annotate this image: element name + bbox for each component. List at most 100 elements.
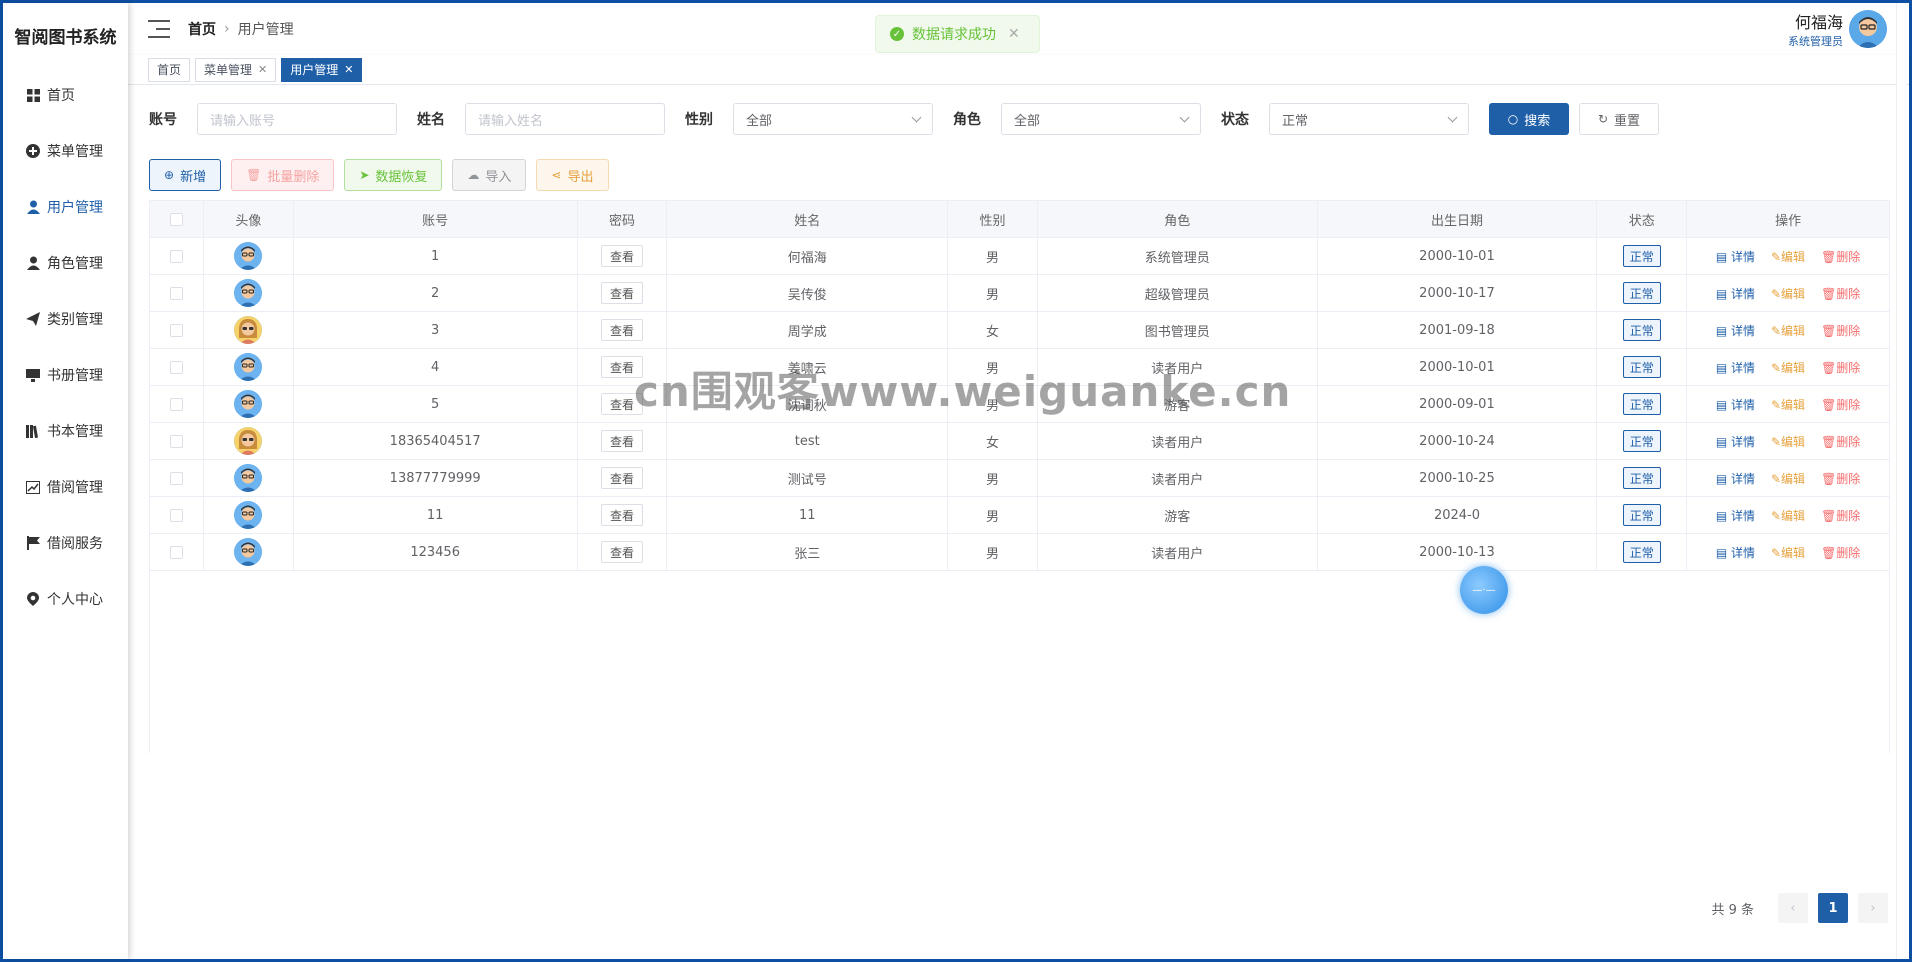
sidebar-item-7[interactable]: 借阅管理 xyxy=(3,459,128,515)
prev-page-button[interactable]: ‹ xyxy=(1778,893,1808,923)
detail-link[interactable]: ▤ 详情 xyxy=(1716,359,1755,376)
user-avatar xyxy=(234,279,263,307)
sidebar-item-2[interactable]: 用户管理 xyxy=(3,179,128,235)
detail-link[interactable]: ▤ 详情 xyxy=(1716,544,1755,561)
search-button[interactable]: ○ 搜索 xyxy=(1489,103,1569,135)
delete-link[interactable]: 🗑删除 xyxy=(1821,322,1860,339)
export-button[interactable]: ⋖ 导出 xyxy=(536,159,609,191)
sidebar-item-1[interactable]: 菜单管理 xyxy=(3,123,128,179)
sidebar-item-9[interactable]: 个人中心 xyxy=(3,571,128,627)
detail-label: 详情 xyxy=(1730,434,1755,449)
tag-label: 菜单管理 xyxy=(204,63,253,77)
close-icon[interactable]: ✕ xyxy=(1008,26,1020,42)
view-password-button[interactable]: 查看 xyxy=(600,430,643,452)
close-icon[interactable]: ✕ xyxy=(258,63,267,76)
document-icon: ▤ xyxy=(1715,249,1731,264)
breadcrumb-home[interactable]: 首页 xyxy=(188,19,216,39)
edit-link[interactable]: ✎编辑 xyxy=(1771,285,1805,302)
row-checkbox[interactable] xyxy=(169,249,183,263)
sidebar-item-5[interactable]: 书册管理 xyxy=(3,347,128,403)
name-input[interactable]: 请输入姓名 xyxy=(465,103,665,135)
batch-delete-button[interactable]: 🗑 批量删除 xyxy=(231,159,335,191)
edit-link[interactable]: ✎编辑 xyxy=(1771,433,1805,450)
import-label: 导入 xyxy=(485,169,512,185)
view-password-button[interactable]: 查看 xyxy=(600,245,643,267)
sidebar-item-4[interactable]: 类别管理 xyxy=(3,291,128,347)
floating-assistant-ball[interactable]: —·— xyxy=(1460,566,1508,614)
row-checkbox[interactable] xyxy=(169,286,183,300)
row-checkbox[interactable] xyxy=(169,323,183,337)
sidebar-item-label: 借阅管理 xyxy=(47,480,103,496)
restore-label: 数据恢复 xyxy=(375,169,428,185)
share-icon: ⋖ xyxy=(551,168,562,182)
sidebar-item-6[interactable]: 书本管理 xyxy=(3,403,128,459)
tag-2[interactable]: 用户管理 ✕ xyxy=(281,57,363,82)
edit-link[interactable]: ✎编辑 xyxy=(1771,507,1805,524)
import-button[interactable]: ☁ 导入 xyxy=(452,159,527,191)
reset-button[interactable]: ↻ 重置 xyxy=(1579,103,1659,135)
status-select[interactable]: 正常 xyxy=(1269,103,1469,135)
row-checkbox[interactable] xyxy=(169,508,183,522)
sidebar-item-8[interactable]: 借阅服务 xyxy=(3,515,128,571)
delete-link[interactable]: 🗑删除 xyxy=(1821,285,1860,302)
detail-link[interactable]: ▤ 详情 xyxy=(1716,507,1755,524)
account-cell: 123456 xyxy=(294,534,578,570)
detail-link[interactable]: ▤ 详情 xyxy=(1716,470,1755,487)
collapse-menu-icon[interactable] xyxy=(148,20,170,38)
select-all-checkbox[interactable] xyxy=(169,212,183,226)
sidebar-item-0[interactable]: 首页 xyxy=(3,67,128,123)
column-header: 账号 xyxy=(294,201,578,237)
delete-link[interactable]: 🗑删除 xyxy=(1821,396,1860,413)
detail-link[interactable]: ▤ 详情 xyxy=(1716,248,1755,265)
row-checkbox[interactable] xyxy=(169,545,183,559)
edit-link[interactable]: ✎编辑 xyxy=(1771,248,1805,265)
view-password-button[interactable]: 查看 xyxy=(600,541,643,563)
view-password-button[interactable]: 查看 xyxy=(600,282,643,304)
filter-bar: 账号 请输入账号 姓名 请输入姓名 性别 全部 角色 全部 状态 正常 ○ 搜索 … xyxy=(149,103,1659,135)
page-number[interactable]: 1 xyxy=(1818,893,1848,923)
row-checkbox[interactable] xyxy=(169,471,183,485)
role-select[interactable]: 全部 xyxy=(1001,103,1201,135)
edit-link[interactable]: ✎编辑 xyxy=(1771,544,1805,561)
page-scrollbar[interactable] xyxy=(1896,3,1906,959)
tag-0[interactable]: 首页 xyxy=(148,57,191,82)
table-header: 头像 账号 密码 姓名 性别 角色 出生日期 状态 操作 xyxy=(150,201,1889,238)
view-password-button[interactable]: 查看 xyxy=(600,319,643,341)
view-password-button[interactable]: 查看 xyxy=(600,504,643,526)
edit-link[interactable]: ✎编辑 xyxy=(1771,322,1805,339)
role-cell: 超级管理员 xyxy=(1038,275,1318,311)
delete-link[interactable]: 🗑删除 xyxy=(1821,359,1860,376)
next-page-button[interactable]: › xyxy=(1858,893,1888,923)
account-input[interactable]: 请输入账号 xyxy=(197,103,397,135)
edit-link[interactable]: ✎编辑 xyxy=(1771,396,1805,413)
delete-link[interactable]: 🗑删除 xyxy=(1821,248,1860,265)
add-button[interactable]: ⊕ 新增 xyxy=(149,159,222,191)
edit-link[interactable]: ✎编辑 xyxy=(1771,470,1805,487)
trash-icon: 🗑 xyxy=(1821,545,1837,560)
view-password-button[interactable]: 查看 xyxy=(600,467,643,489)
user-menu[interactable]: 何福海 系统管理员 xyxy=(1788,9,1887,49)
user-avatar xyxy=(234,501,263,529)
edit-link[interactable]: ✎编辑 xyxy=(1771,359,1805,376)
sidebar-item-3[interactable]: 角色管理 xyxy=(3,235,128,291)
trash-icon: 🗑 xyxy=(1821,471,1837,486)
account-cell: 11 xyxy=(294,497,578,533)
delete-label: 删除 xyxy=(1836,508,1861,523)
user-avatar[interactable] xyxy=(1849,10,1887,48)
row-checkbox[interactable] xyxy=(169,360,183,374)
restore-button[interactable]: ➤ 数据恢复 xyxy=(344,159,443,191)
delete-link[interactable]: 🗑删除 xyxy=(1821,433,1860,450)
delete-link[interactable]: 🗑删除 xyxy=(1821,470,1860,487)
row-checkbox[interactable] xyxy=(169,434,183,448)
detail-link[interactable]: ▤ 详情 xyxy=(1716,285,1755,302)
delete-link[interactable]: 🗑删除 xyxy=(1821,544,1860,561)
tag-1[interactable]: 菜单管理 ✕ xyxy=(195,57,277,82)
close-icon[interactable]: ✕ xyxy=(344,63,353,76)
detail-link[interactable]: ▤ 详情 xyxy=(1716,396,1755,413)
gender-select[interactable]: 全部 xyxy=(733,103,933,135)
detail-link[interactable]: ▤ 详情 xyxy=(1716,322,1755,339)
detail-link[interactable]: ▤ 详情 xyxy=(1716,433,1755,450)
role-cell: 读者用户 xyxy=(1038,460,1318,496)
delete-link[interactable]: 🗑删除 xyxy=(1821,507,1860,524)
row-checkbox[interactable] xyxy=(169,397,183,411)
